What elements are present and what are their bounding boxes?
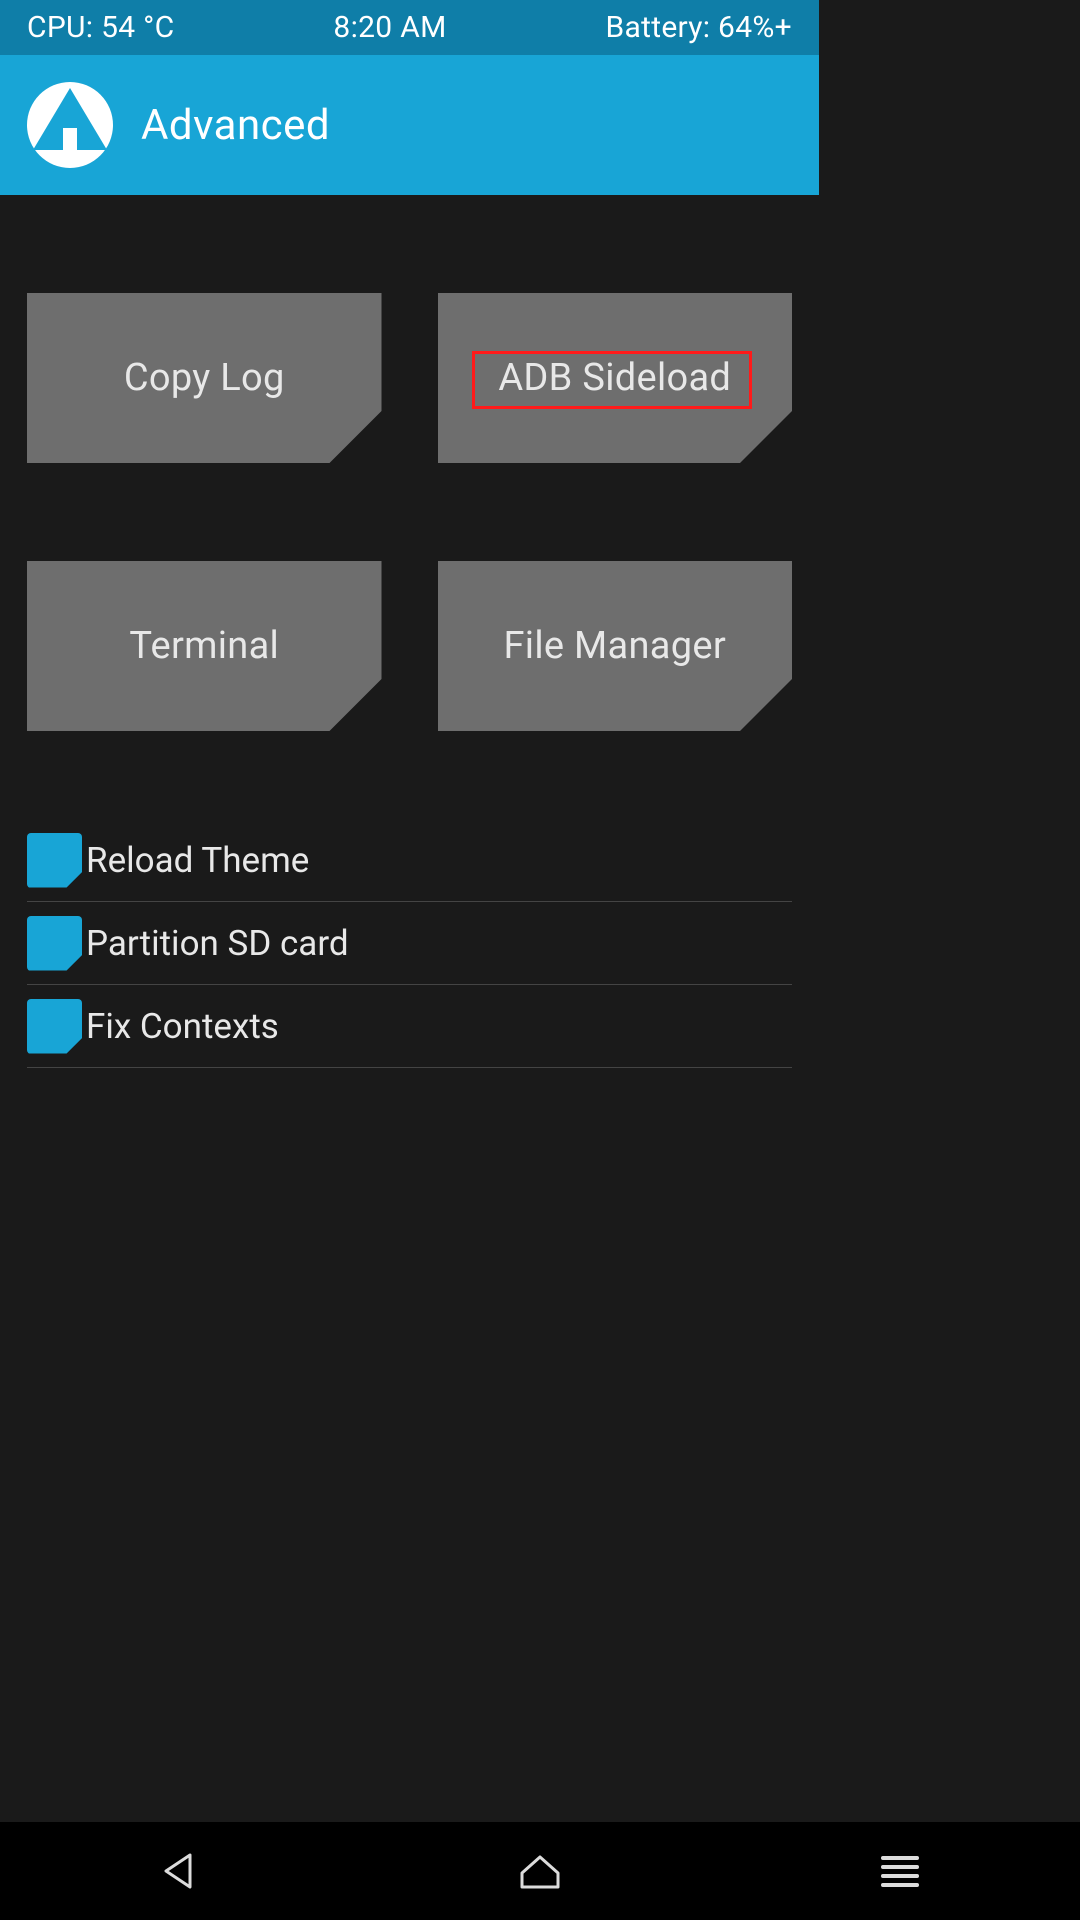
partition-sd-item[interactable]: Partition SD card <box>27 902 792 985</box>
copy-log-button[interactable]: Copy Log <box>27 293 382 463</box>
checkbox-icon <box>27 999 82 1054</box>
title-bar: Advanced <box>0 55 819 195</box>
checkbox-icon <box>27 833 82 888</box>
reload-theme-label: Reload Theme <box>86 840 309 881</box>
terminal-label: Terminal <box>129 624 279 668</box>
adb-sideload-label: ADB Sideload <box>498 356 731 400</box>
clock: 8:20 AM <box>333 10 446 45</box>
option-list: Reload Theme Partition SD card Fix Conte… <box>27 819 792 1068</box>
terminal-button[interactable]: Terminal <box>27 561 382 731</box>
status-bar: CPU: 54 °C 8:20 AM Battery: 64%+ <box>0 0 819 55</box>
home-icon <box>518 1851 562 1891</box>
file-manager-label: File Manager <box>503 624 726 668</box>
copy-log-label: Copy Log <box>124 356 285 400</box>
menu-button[interactable] <box>860 1841 940 1901</box>
fix-contexts-label: Fix Contexts <box>86 1006 279 1047</box>
checkbox-icon <box>27 916 82 971</box>
home-button[interactable] <box>500 1841 580 1901</box>
fix-contexts-item[interactable]: Fix Contexts <box>27 985 792 1068</box>
battery: Battery: 64%+ <box>605 10 792 45</box>
content-area: Copy Log ADB Sideload Terminal File Mana… <box>0 293 819 1068</box>
reload-theme-item[interactable]: Reload Theme <box>27 819 792 902</box>
nav-bar <box>0 1822 1080 1920</box>
twrp-logo-icon <box>27 82 113 168</box>
back-button[interactable] <box>140 1841 220 1901</box>
cpu-temp: CPU: 54 °C <box>27 10 175 45</box>
file-manager-button[interactable]: File Manager <box>438 561 793 731</box>
adb-sideload-button[interactable]: ADB Sideload <box>438 293 793 463</box>
menu-button-grid: Copy Log ADB Sideload Terminal File Mana… <box>27 293 792 731</box>
partition-sd-label: Partition SD card <box>86 923 349 964</box>
page-title: Advanced <box>141 101 330 150</box>
menu-icon <box>881 1854 919 1888</box>
back-icon <box>160 1851 200 1891</box>
